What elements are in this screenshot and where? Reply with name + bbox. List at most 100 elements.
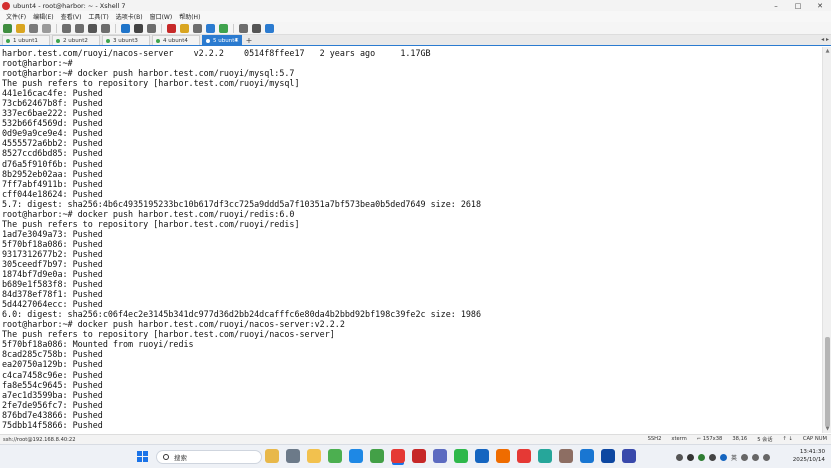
chrome-icon[interactable] <box>328 449 342 463</box>
menu-tools[interactable]: 工具(T) <box>88 12 108 21</box>
app-icon[interactable] <box>559 449 573 463</box>
close-button[interactable]: ✕ <box>809 0 831 11</box>
window-controls: – □ ✕ <box>765 0 831 11</box>
terminal-line: ea20750a129b: Pushed <box>2 359 103 370</box>
window-title: ubunt4 - root@harbor: ~ - Xshell 7 <box>13 1 126 10</box>
layout-icon[interactable] <box>252 23 261 33</box>
wifi-icon[interactable] <box>741 454 749 461</box>
menu-view[interactable]: 查看(V) <box>61 12 82 21</box>
status-sessions: 5 会话 <box>757 437 773 443</box>
tray-icon[interactable] <box>709 454 716 461</box>
app-icon[interactable] <box>580 449 594 463</box>
close-tab-icon[interactable]: ✕ <box>234 37 239 44</box>
script-icon[interactable] <box>147 23 156 33</box>
chrome-icon[interactable] <box>517 449 531 463</box>
app-icon[interactable] <box>496 449 510 463</box>
menu-help[interactable]: 帮助(H) <box>179 12 200 21</box>
status-dot-icon <box>6 38 10 43</box>
terminal-line: 4555572a6bb2: Pushed <box>2 138 103 149</box>
find-icon[interactable] <box>88 23 97 33</box>
session-tab[interactable]: 4 ubunt4 <box>152 35 200 45</box>
settings-icon[interactable] <box>286 449 300 463</box>
app-icon[interactable] <box>370 449 384 463</box>
menu-window[interactable]: 窗口(W) <box>150 12 173 21</box>
wechat-icon[interactable] <box>454 449 468 463</box>
title-bar: ubunt4 - root@harbor: ~ - Xshell 7 – □ ✕ <box>0 0 831 11</box>
tunnel-icon[interactable] <box>219 23 228 33</box>
help-icon[interactable] <box>265 23 274 33</box>
terminal-line: fa8e554c9645: Pushed <box>2 379 103 390</box>
terminal-line: root@harbor:~# docker push harbor.test.c… <box>2 319 345 330</box>
visio-icon[interactable] <box>622 449 636 463</box>
file-explorer-icon[interactable] <box>265 449 279 463</box>
fullscreen-icon[interactable] <box>239 23 248 33</box>
session-tab[interactable]: 3 ubunt3 <box>102 35 150 45</box>
tray-icon[interactable] <box>720 454 727 461</box>
new-session-icon[interactable] <box>3 23 12 33</box>
taskbar-search[interactable]: 搜索 <box>156 450 262 464</box>
terminal-scrollbar[interactable]: ▲ ▼ <box>822 47 831 433</box>
toolbar-separator <box>233 23 234 33</box>
link-icon[interactable] <box>29 23 38 33</box>
volume-icon[interactable] <box>752 454 760 461</box>
terminal-line: b689e1f583f8: Pushed <box>2 279 103 290</box>
tab-nav-icon[interactable]: ◂ ▸ <box>821 36 829 43</box>
scroll-down-icon[interactable]: ▼ <box>823 425 831 433</box>
add-tab-button[interactable]: + <box>244 35 254 45</box>
copy-icon[interactable] <box>62 23 71 33</box>
open-folder-icon[interactable] <box>16 23 25 33</box>
minimize-button[interactable]: – <box>765 0 787 11</box>
input-language[interactable]: 英 <box>731 453 737 462</box>
keyboard-icon[interactable] <box>193 23 202 33</box>
session-tab-active[interactable]: 5 ubunt4 ✕ <box>202 35 242 45</box>
status-transfer: ↑ ↓ <box>782 436 793 442</box>
status-cursor: 38,16 <box>732 436 748 442</box>
taskbar-clock[interactable]: 13:41:30 2025/10/14 <box>793 448 825 464</box>
vscode-icon[interactable] <box>349 449 363 463</box>
paste-icon[interactable] <box>75 23 84 33</box>
lock-icon[interactable] <box>180 23 189 33</box>
disconnect-icon[interactable] <box>42 23 51 33</box>
xshell-logo-icon <box>2 1 10 10</box>
globe-icon[interactable] <box>121 23 130 33</box>
terminal-line: 876bd7e43866: Pushed <box>2 409 103 420</box>
maximize-button[interactable]: □ <box>787 0 809 11</box>
terminal-line: 84d378ef78f1: Pushed <box>2 289 103 300</box>
windows-start-icon[interactable] <box>137 451 148 462</box>
xshell-icon[interactable] <box>391 449 405 463</box>
menu-file[interactable]: 文件(F) <box>6 12 26 21</box>
app-icon[interactable] <box>538 449 552 463</box>
terminal-line: d76a5f910f6b: Pushed <box>2 158 103 169</box>
session-tab[interactable]: 1 ubunt1 <box>2 35 50 45</box>
app-icon[interactable] <box>601 449 615 463</box>
print-icon[interactable] <box>101 23 110 33</box>
toolbar-separator <box>56 23 57 33</box>
status-protocol: SSH2 <box>647 436 662 442</box>
terminal-line: The push refers to repository [harbor.te… <box>2 218 300 229</box>
connection-address: ssh://root@192.168.8.40:22 <box>3 436 76 443</box>
font-icon[interactable] <box>134 23 143 33</box>
app-icon[interactable] <box>475 449 489 463</box>
menu-tab[interactable]: 选项卡(B) <box>116 12 143 21</box>
terminal-line: 2fe7de956fc7: Pushed <box>2 399 103 410</box>
compose-icon[interactable] <box>206 23 215 33</box>
terminal-line: cff044e18624: Pushed <box>2 188 103 199</box>
terminal-line: 337ec6bae222: Pushed <box>2 108 103 119</box>
taskbar-apps <box>265 449 636 463</box>
tray-icon[interactable] <box>676 454 683 461</box>
folder-icon[interactable] <box>307 449 321 463</box>
tab-label: 1 ubunt1 <box>13 37 38 44</box>
app-icon[interactable] <box>433 449 447 463</box>
menu-edit[interactable]: 编辑(E) <box>33 12 53 21</box>
battery-icon[interactable] <box>763 454 771 461</box>
toolbar <box>0 22 831 35</box>
session-tab[interactable]: 2 ubunt2 <box>52 35 100 45</box>
scroll-thumb[interactable] <box>825 337 830 427</box>
xftp-icon[interactable] <box>167 23 176 33</box>
scroll-up-icon[interactable]: ▲ <box>823 47 831 55</box>
status-dot-icon <box>156 38 160 43</box>
tray-icon[interactable] <box>687 454 694 461</box>
tray-icon[interactable] <box>698 454 705 461</box>
app-icon[interactable] <box>412 449 426 463</box>
terminal-output[interactable]: harbor.test.com/ruoyi/nacos-server v2.2.… <box>0 47 822 433</box>
